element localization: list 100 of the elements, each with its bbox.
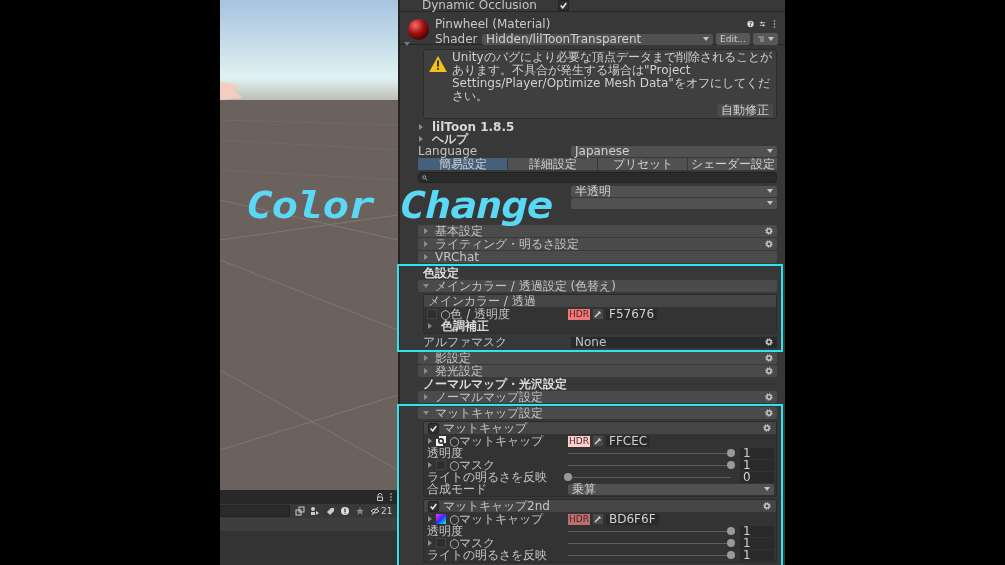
search-field[interactable] <box>220 505 290 517</box>
foldout-label[interactable]: lilToon 1.8.5 <box>432 121 515 133</box>
expand-arrow-icon[interactable] <box>423 241 429 247</box>
caption: Color Change <box>246 185 553 227</box>
settings-icon[interactable] <box>765 354 773 362</box>
hex-field[interactable]: FFCEC <box>606 435 651 447</box>
field-label: ○色 / 透明度 <box>440 308 511 320</box>
slider-thumb[interactable] <box>727 538 735 547</box>
slider-thumb[interactable] <box>727 448 735 457</box>
expand-arrow-icon[interactable] <box>423 368 429 374</box>
field-label: アルファマスク <box>423 336 508 348</box>
eyedropper-icon[interactable] <box>593 436 603 446</box>
shader-dropdown[interactable]: Hidden/lilToonTransparent <box>482 33 713 45</box>
caret-icon <box>767 189 773 193</box>
hex-field[interactable]: BD6F6F <box>606 513 659 525</box>
menu-icon[interactable] <box>771 19 778 28</box>
expand-arrow-icon[interactable] <box>418 124 424 130</box>
expand-arrow-icon[interactable] <box>427 323 433 329</box>
number-field[interactable]: 1 <box>740 537 774 549</box>
sliders-icon[interactable] <box>759 19 766 28</box>
checkbox[interactable] <box>558 0 569 11</box>
settings-icon[interactable] <box>763 502 771 510</box>
warning-icon[interactable] <box>340 506 350 516</box>
tab[interactable]: シェーダー設定 <box>688 158 777 170</box>
tab[interactable]: プリセット <box>598 158 687 170</box>
tab[interactable]: 簡易設定 <box>418 158 507 170</box>
expand-arrow-icon[interactable] <box>418 136 424 142</box>
settings-icon[interactable] <box>765 240 773 248</box>
edit-button[interactable]: Edit... <box>716 33 750 45</box>
settings-icon[interactable] <box>765 367 773 375</box>
field-label: ○マットキャップ <box>449 513 544 525</box>
list-dropdown[interactable] <box>753 33 778 45</box>
field-label: ライトの明るさを反映 <box>427 471 547 483</box>
texture-thumbnail[interactable] <box>436 514 446 524</box>
section-header[interactable]: マットキャップ設定 <box>418 407 777 419</box>
eyedropper-icon[interactable] <box>593 514 603 524</box>
slider-thumb[interactable] <box>564 472 572 481</box>
list-icon <box>757 35 765 43</box>
number-field[interactable]: 1 <box>740 459 774 471</box>
number-field[interactable]: 1 <box>740 525 774 537</box>
dropdown[interactable]: Japanese <box>571 145 777 157</box>
search-field[interactable] <box>418 172 777 183</box>
foldout-label[interactable]: 色調補正 <box>441 320 489 332</box>
hidden-eye-icon[interactable] <box>370 506 380 516</box>
checkbox[interactable] <box>428 422 439 434</box>
settings-icon[interactable] <box>763 424 771 432</box>
number-field[interactable]: 1 <box>740 549 774 561</box>
texture-field[interactable]: None <box>571 336 777 348</box>
section-header[interactable]: 影設定 <box>418 352 777 364</box>
settings-icon[interactable] <box>765 409 773 417</box>
caret-icon <box>768 37 774 41</box>
color-swatch[interactable]: HDR <box>568 308 590 320</box>
hex-field[interactable]: F57676 <box>606 308 658 320</box>
warning-message: Unityのバグにより必要な頂点データまで削除されることがあります。不具合が発生する場合は"Project Settings/Player/Optimize Mesh Data"をオフにしてください。 <box>452 51 773 103</box>
foldout-label[interactable]: ヘルプ <box>432 133 468 145</box>
expand-arrow-icon[interactable] <box>427 462 433 468</box>
star-icon[interactable] <box>355 506 365 516</box>
caret-icon <box>764 487 770 491</box>
scene-icon[interactable] <box>295 506 305 516</box>
settings-icon[interactable] <box>765 338 773 346</box>
texture-thumbnail[interactable] <box>436 436 446 446</box>
section-header[interactable]: ライティング・明るさ設定 <box>418 238 777 250</box>
section-header[interactable]: VRChat <box>418 251 777 263</box>
color-swatch[interactable]: HDR <box>568 435 590 447</box>
section-header[interactable]: メインカラー / 透過設定 (色替え) <box>418 280 777 292</box>
tag-icon[interactable] <box>325 506 335 516</box>
number-field[interactable]: 1 <box>740 447 774 459</box>
section-header[interactable]: 基本設定 <box>418 225 777 237</box>
number-field[interactable]: 0 <box>740 471 774 483</box>
caret-icon <box>767 201 773 205</box>
collapse-arrow-icon[interactable] <box>404 41 410 47</box>
expand-arrow-icon[interactable] <box>423 355 429 361</box>
expand-arrow-icon[interactable] <box>427 516 433 522</box>
eyedropper-icon[interactable] <box>593 309 603 319</box>
lock-icon[interactable] <box>376 493 384 501</box>
collapse-arrow-icon[interactable] <box>423 283 429 289</box>
collapse-arrow-icon[interactable] <box>423 410 429 416</box>
expand-arrow-icon[interactable] <box>427 540 433 546</box>
tab[interactable]: 詳細設定 <box>508 158 597 170</box>
slider-thumb[interactable] <box>727 550 735 559</box>
color-swatch[interactable]: HDR <box>568 513 590 525</box>
expand-arrow-icon[interactable] <box>423 228 429 234</box>
section-header[interactable]: ノーマルマップ設定 <box>418 391 777 403</box>
expand-arrow-icon[interactable] <box>423 254 429 260</box>
section-header[interactable]: 発光設定 <box>418 365 777 377</box>
slider-thumb[interactable] <box>727 460 735 469</box>
expand-arrow-icon[interactable] <box>427 438 433 444</box>
shapes-icon[interactable] <box>310 506 320 516</box>
field-label: 透明度 <box>427 447 463 459</box>
dropdown[interactable]: 半透明 <box>571 185 777 197</box>
slider-thumb[interactable] <box>727 526 735 535</box>
auto-fix-button[interactable]: 自動修正 <box>717 104 773 117</box>
settings-icon[interactable] <box>765 393 773 401</box>
checkbox[interactable] <box>428 500 439 512</box>
dropdown[interactable]: 乗算 <box>568 483 774 495</box>
expand-arrow-icon[interactable] <box>423 394 429 400</box>
help-icon[interactable] <box>747 19 754 28</box>
section-title: ノーマルマップ設定 <box>435 391 544 403</box>
settings-icon[interactable] <box>765 227 773 235</box>
field-label: ライトの明るさを反映 <box>427 549 547 561</box>
